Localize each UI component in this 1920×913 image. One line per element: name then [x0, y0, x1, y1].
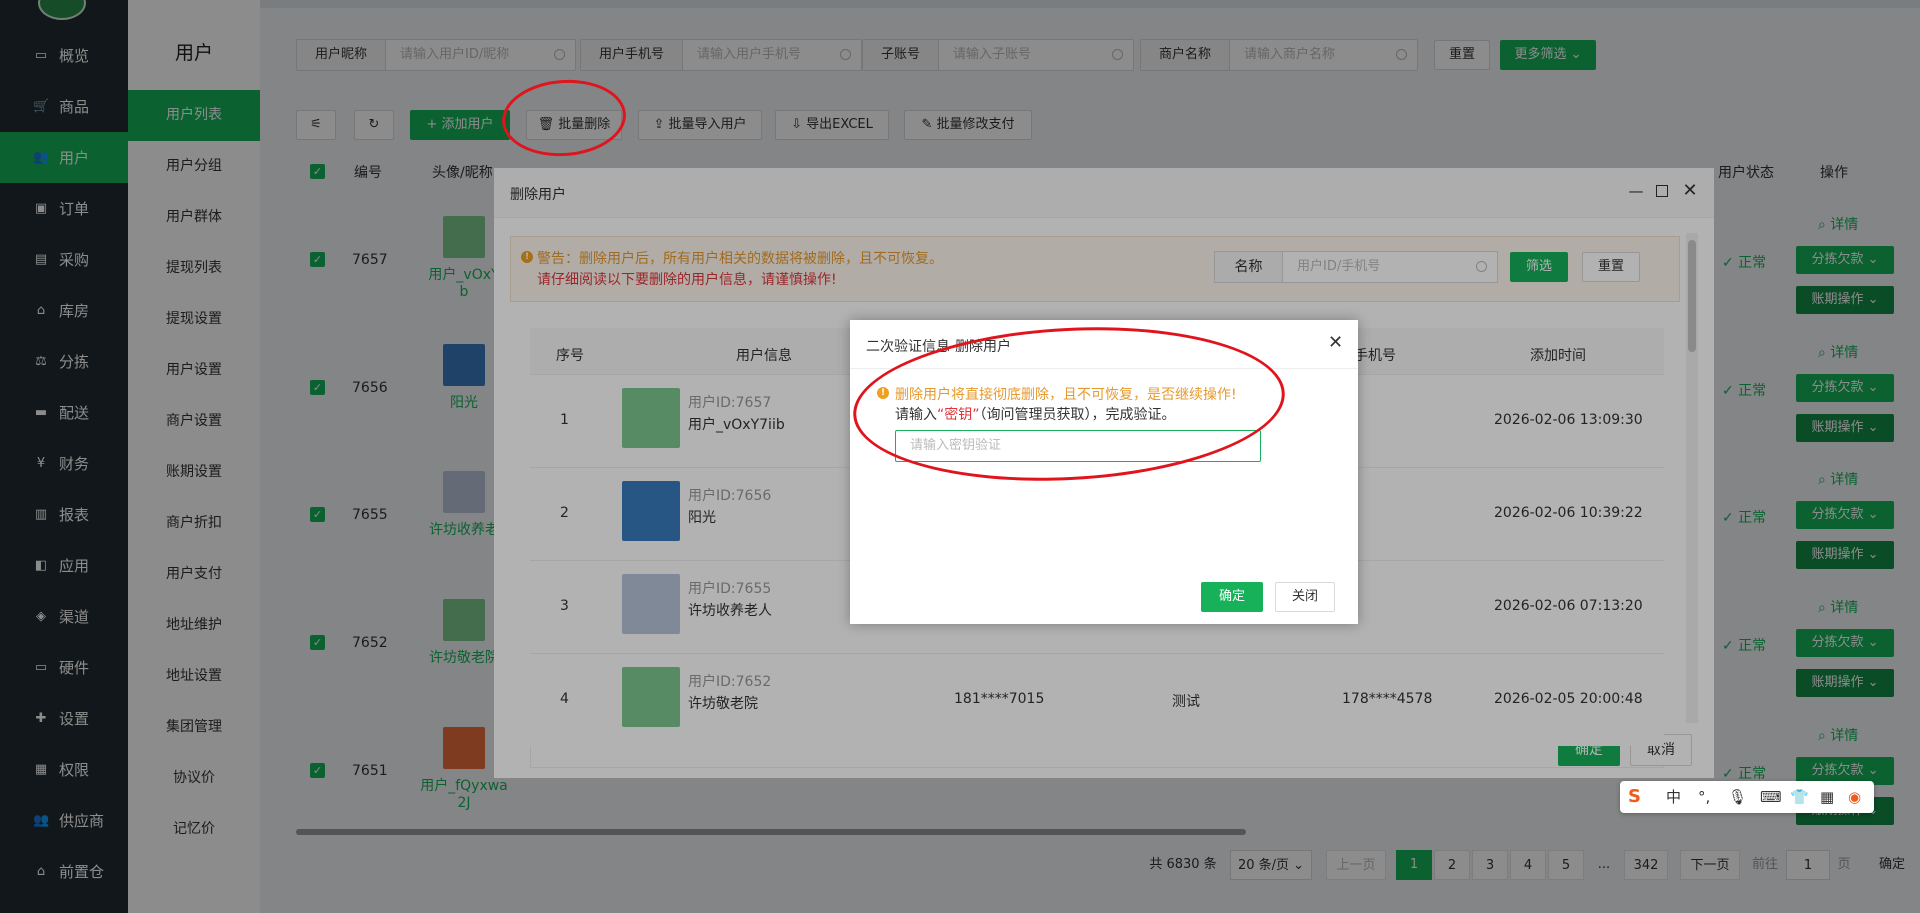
mascot-icon[interactable]: ◉ — [1848, 788, 1861, 806]
toolbox-icon[interactable]: ▦ — [1820, 788, 1834, 806]
ime-toolbar[interactable]: S 中 °, 🎙 ⌨ 👕 ▦ ◉ — [1620, 781, 1874, 813]
skin-icon[interactable]: 👕 — [1790, 788, 1809, 806]
close-icon[interactable]: ✕ — [1328, 334, 1343, 352]
ime-language-toggle[interactable]: 中 — [1666, 788, 1681, 806]
microphone-icon[interactable]: 🎙 — [1728, 788, 1747, 806]
verify-close-button[interactable]: 关闭 — [1275, 582, 1335, 612]
keyboard-icon[interactable]: ⌨ — [1760, 788, 1782, 806]
ime-logo-icon[interactable]: S — [1628, 788, 1641, 806]
punctuation-icon[interactable]: °, — [1698, 788, 1710, 806]
verify-confirm-button[interactable]: 确定 — [1201, 582, 1263, 612]
